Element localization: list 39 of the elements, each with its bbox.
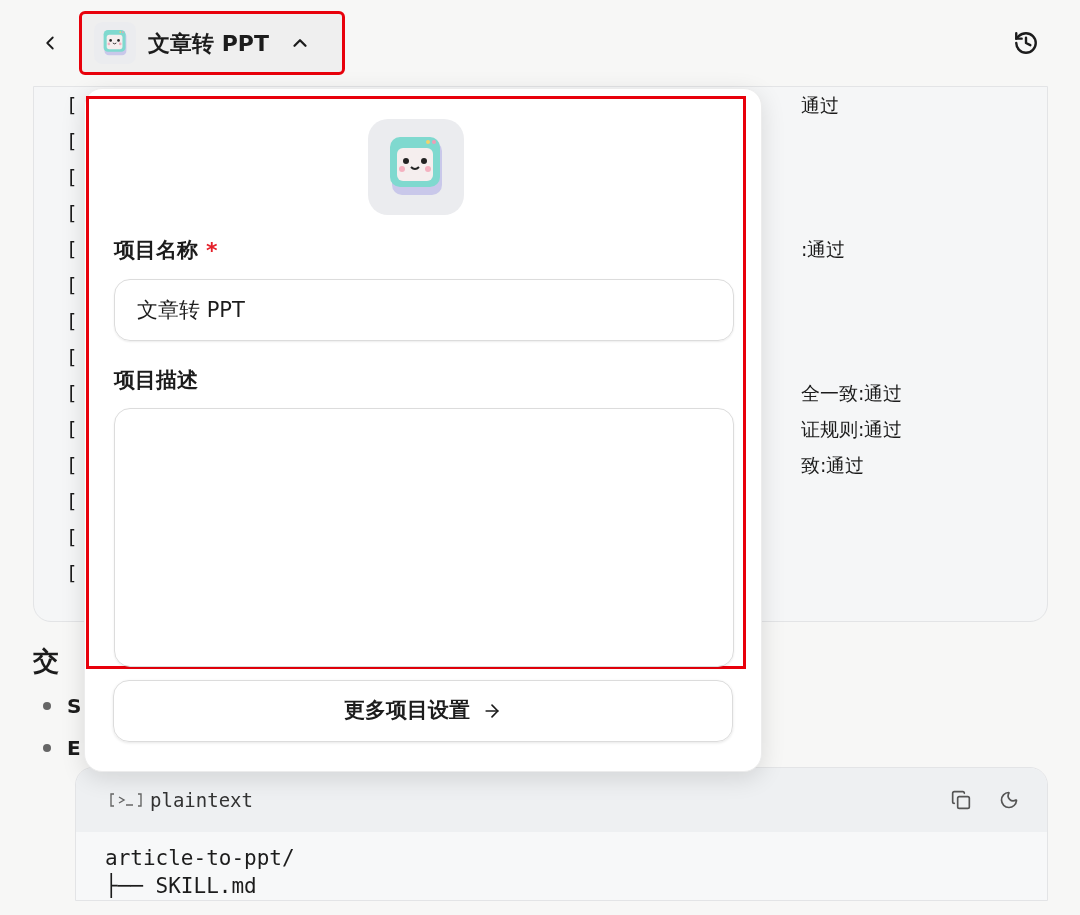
card-line-text: [ [66,452,78,478]
card-line-text: [ [66,380,78,406]
name-input-field[interactable]: 文章转 PPT [114,278,734,341]
code-line: article-to-ppt/ [105,845,295,872]
code-line: ├── SKILL.md [105,872,257,900]
card-line-text: [ [66,560,78,586]
terminal-icon [110,792,142,808]
section-heading: 交 [33,645,59,678]
bullet-text: S [67,693,82,720]
history-icon [1013,30,1039,56]
copy-icon [951,790,971,810]
card-line-text: [ [66,92,78,118]
card-line-text: [ [66,308,78,334]
card-line-text: 致:通过 [801,452,865,478]
moon-icon [999,790,1019,810]
card-line-text: 通过 [801,92,839,118]
card-line-text: [ [66,344,78,370]
card-line-text: :通过 [801,236,846,262]
card-line-text: [ [66,128,78,154]
card-line-text: [ [66,272,78,298]
description-label: 项目描述 [114,366,198,394]
card-line-text: [ [66,416,78,442]
name-label: 项目名称 [114,237,198,264]
required-mark: * [206,239,218,262]
card-line-text: [ [66,164,78,190]
card-line-text: [ [66,236,78,262]
copy-button[interactable] [951,790,971,810]
code-language-label: plaintext [150,787,253,813]
bullet-text: E [67,735,81,762]
card-line-text: 证规则:通过 [801,416,903,442]
card-line-text: 全一致:通过 [801,380,903,406]
card-line-text: [ [66,524,78,550]
project-button[interactable]: 文章转 PPT [79,11,345,75]
description-input-field[interactable] [114,408,734,667]
mascot-icon [368,119,464,215]
card-line-text: [ [66,200,78,226]
more-settings-button[interactable]: 更多项目设置 [113,680,733,742]
theme-toggle-button[interactable] [999,790,1019,810]
card-line-text: [ [66,488,78,514]
